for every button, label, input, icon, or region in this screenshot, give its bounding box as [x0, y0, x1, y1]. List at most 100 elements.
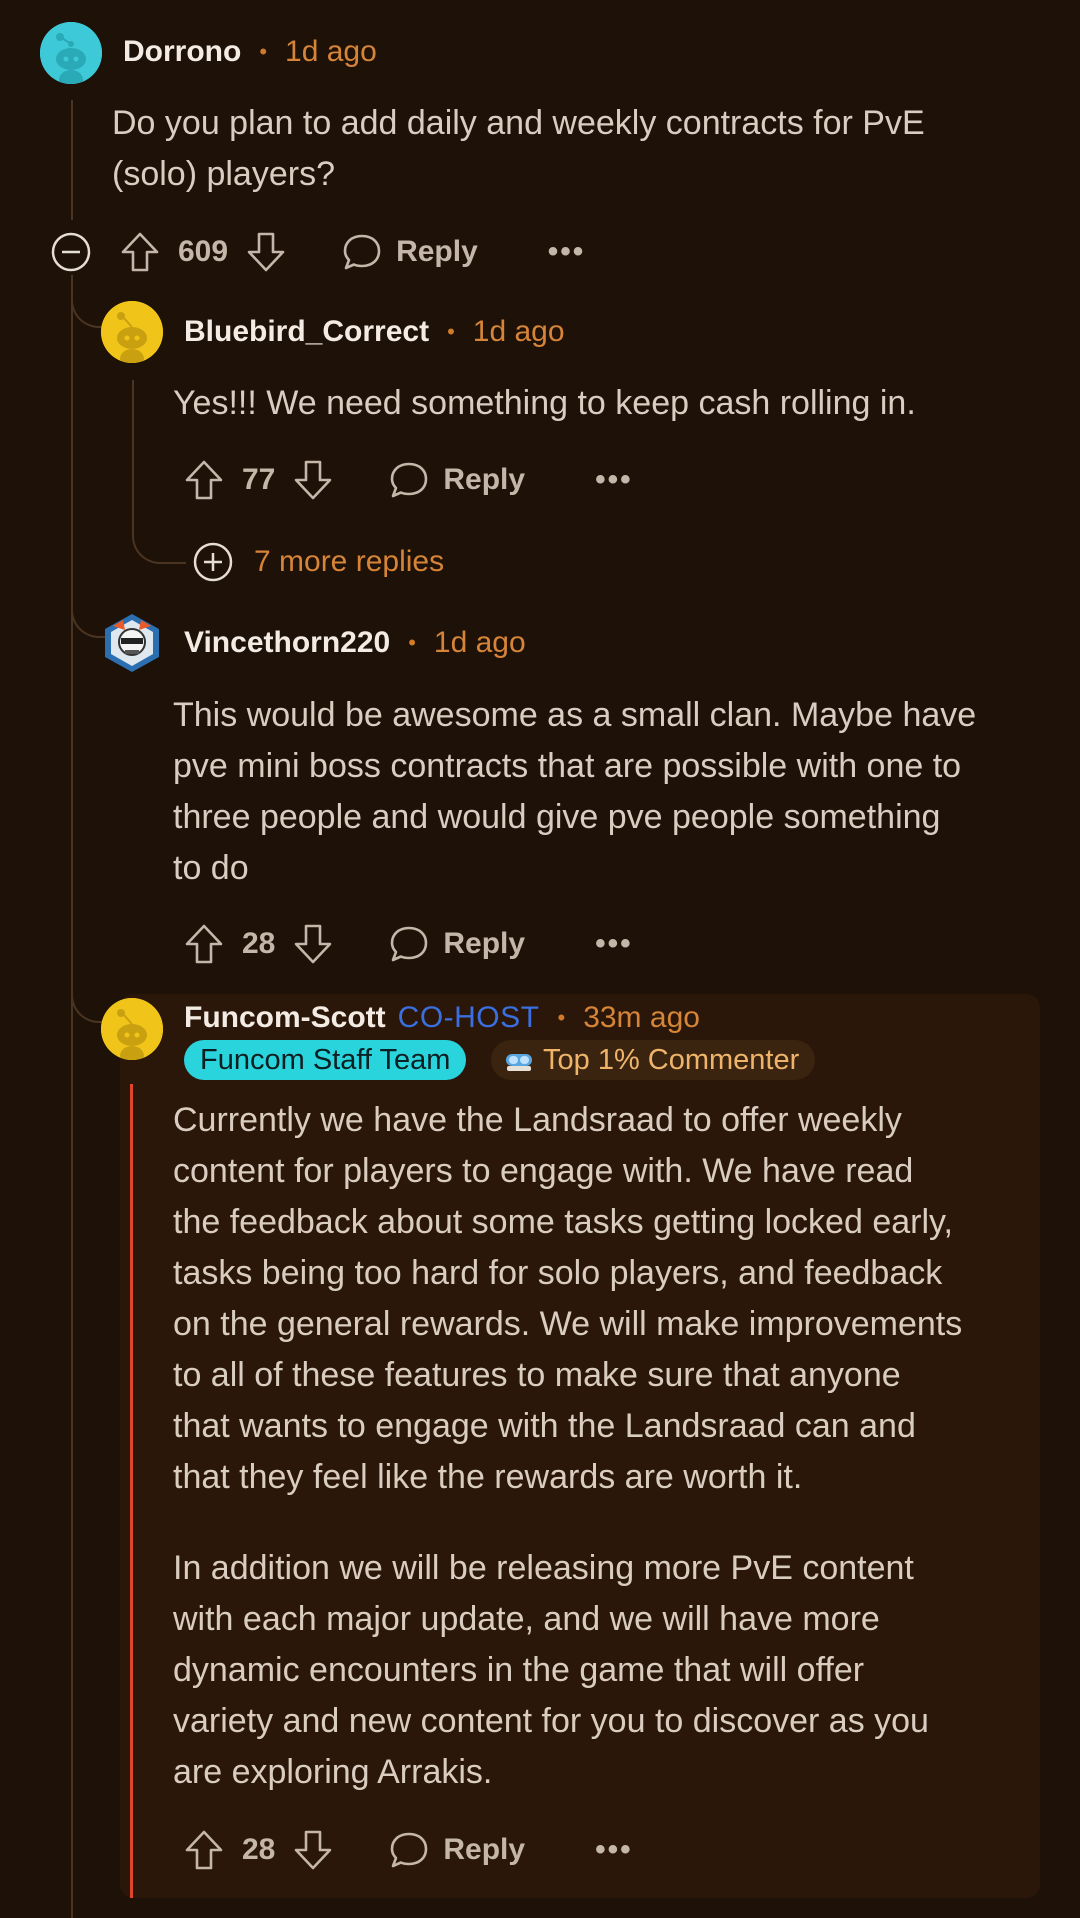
comment-line: are exploring Arrakis.	[173, 1753, 493, 1791]
thread-line-bluebird[interactable]	[132, 380, 134, 530]
comment-line: Yes!!! We need something to keep cash ro…	[173, 384, 916, 422]
separator-dot: •	[259, 39, 268, 64]
comment-line: on the general rewards. We will make imp…	[173, 1305, 963, 1343]
timestamp: 1d ago	[285, 35, 377, 68]
upvote-icon[interactable]	[184, 923, 224, 965]
snoo-avatar-icon	[101, 301, 163, 363]
comment-body: Currently we have the Landsraad to offer…	[173, 1095, 1053, 1798]
comment-line: This would be awesome as a small clan. M…	[173, 696, 977, 734]
more-options-button[interactable]: •••	[595, 463, 633, 497]
username[interactable]: Bluebird_Correct	[184, 315, 429, 349]
upvote-icon[interactable]	[184, 459, 224, 501]
comment-line: In addition we will be releasing more Pv…	[173, 1549, 914, 1587]
comment-line: Currently we have the Landsraad to offer…	[173, 1101, 902, 1139]
reply-button[interactable]: Reply	[389, 1830, 525, 1870]
comment-bubble-icon	[391, 1832, 428, 1868]
avatar[interactable]	[40, 22, 102, 84]
comment-line: that wants to engage with the Landsraad …	[173, 1407, 916, 1445]
comment-header: Vincethorn220 • 1d ago	[184, 621, 526, 665]
top-commenter-flair: Top 1% Commenter	[491, 1040, 816, 1080]
thread-line-root-lower[interactable]	[71, 275, 73, 1918]
comment-header: Bluebird_Correct • 1d ago	[184, 310, 565, 354]
reply-label: Reply	[443, 1833, 526, 1866]
expand-plus-icon	[193, 542, 233, 582]
comment-line: Do you plan to add daily and weekly cont…	[112, 104, 925, 142]
downvote-icon[interactable]	[246, 231, 286, 273]
vote-count: 28	[242, 1833, 276, 1866]
reply-button[interactable]: Reply	[389, 924, 525, 964]
highlight-thread-line[interactable]	[130, 1084, 133, 1898]
downvote-icon[interactable]	[293, 459, 333, 501]
reply-label: Reply	[443, 463, 526, 496]
reply-label: Reply	[396, 235, 478, 268]
staff-flair: Funcom Staff Team	[184, 1040, 467, 1080]
comment-line: to do	[173, 849, 249, 887]
separator-dot: •	[557, 1005, 566, 1030]
comment-line: with each major update, and we will have…	[173, 1600, 880, 1638]
timestamp: 1d ago	[433, 626, 526, 659]
reply-button[interactable]: Reply	[389, 460, 525, 500]
more-options-button[interactable]: •••	[548, 235, 586, 269]
avatar[interactable]	[101, 998, 163, 1060]
separator-dot: •	[447, 319, 455, 344]
comment-header: Funcom-Scott CO-HOST • 33m ago	[184, 996, 700, 1040]
username[interactable]: Vincethorn220	[184, 626, 390, 660]
downvote-icon[interactable]	[293, 1829, 333, 1871]
comment-line: (solo) players?	[112, 155, 335, 193]
collapse-icon[interactable]	[50, 231, 92, 273]
snoo-avatar-icon	[40, 22, 102, 84]
top-commenter-label: Top 1% Commenter	[543, 1044, 800, 1076]
comment-thread: Dorrono • 1d ago Do you plan to add dail…	[0, 0, 1080, 1918]
comment-body: This would be awesome as a small clan. M…	[173, 690, 1063, 894]
more-replies-button[interactable]: 7 more replies	[192, 541, 444, 583]
vote-count: 609	[178, 235, 229, 268]
thread-branch-bluebird	[71, 290, 105, 328]
reply-button[interactable]: Reply	[342, 232, 478, 272]
comment-line: that they feel like the rewards are wort…	[173, 1458, 803, 1496]
timestamp: 1d ago	[472, 315, 565, 348]
username[interactable]: Funcom-Scott	[184, 1001, 386, 1035]
cohost-badge: CO-HOST	[397, 1001, 540, 1034]
comment-actions: 28 Reply •••	[184, 1820, 633, 1880]
more-options-button[interactable]: •••	[595, 927, 633, 961]
goggles-icon	[506, 1054, 532, 1071]
comment-line: variety and new content for you to disco…	[173, 1702, 929, 1740]
comment-paragraph: In addition we will be releasing more Pv…	[173, 1543, 1053, 1798]
comment-body: Yes!!! We need something to keep cash ro…	[173, 378, 1053, 429]
comment-line: three people and would give pve people s…	[173, 798, 941, 836]
more-replies-label: 7 more replies	[254, 545, 445, 578]
reply-label: Reply	[443, 927, 526, 960]
more-options-button[interactable]: •••	[595, 1833, 633, 1867]
snoo-avatar-icon	[101, 998, 163, 1060]
comment-bubble-icon	[343, 234, 381, 270]
comment-bubble-icon	[391, 926, 428, 962]
thread-branch-vincethorn	[71, 600, 105, 638]
thread-line-root[interactable]	[71, 100, 73, 220]
upvote-icon[interactable]	[184, 1829, 224, 1871]
comment-line: to all of these features to make sure th…	[173, 1356, 901, 1394]
comment-line: pve mini boss contracts that are possibl…	[173, 747, 962, 785]
comment-actions: 28 Reply •••	[184, 914, 633, 974]
comment-bubble-icon	[391, 462, 428, 498]
comment-line: the feedback about some tasks getting lo…	[173, 1203, 953, 1241]
comment-header: Dorrono • 1d ago	[123, 30, 377, 74]
timestamp: 33m ago	[583, 1001, 700, 1034]
avatar[interactable]	[101, 301, 163, 363]
thread-branch-funcom	[71, 985, 105, 1023]
snoo-avatar-icon	[105, 614, 159, 672]
avatar[interactable]	[101, 612, 163, 674]
comment-line: tasks being too hard for solo players, a…	[173, 1254, 943, 1292]
comment-actions: 77 Reply •••	[184, 450, 633, 510]
comment-line: dynamic encounters in the game that will…	[173, 1651, 865, 1689]
vote-count: 28	[242, 927, 276, 960]
comment-actions: 609 Reply •••	[50, 222, 585, 282]
downvote-icon[interactable]	[293, 923, 333, 965]
comment-line: content for players to engage with. We h…	[173, 1152, 914, 1190]
username[interactable]: Dorrono	[123, 35, 241, 69]
thread-branch-more-replies	[132, 520, 186, 564]
comment-body: Do you plan to add daily and weekly cont…	[112, 98, 1032, 200]
vote-count: 77	[242, 463, 276, 496]
comment-paragraph: Currently we have the Landsraad to offer…	[173, 1095, 1053, 1503]
separator-dot: •	[408, 630, 416, 655]
upvote-icon[interactable]	[120, 231, 160, 273]
